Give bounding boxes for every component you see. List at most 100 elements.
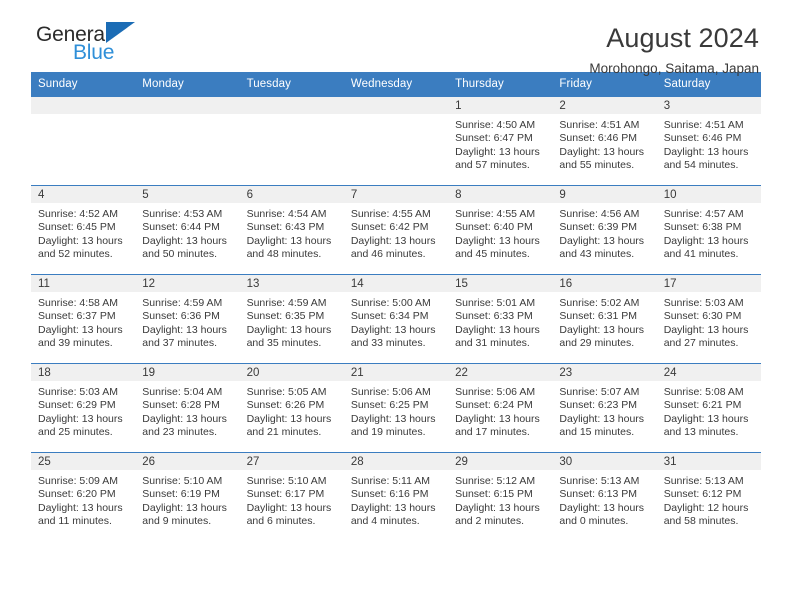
day-cell[interactable]: 17 Sunrise: 5:03 AM Sunset: 6:30 PM Dayl… (656, 274, 761, 364)
day-cell[interactable]: 31 Sunrise: 5:13 AM Sunset: 6:12 PM Dayl… (656, 452, 761, 541)
day-number: 7 (343, 186, 449, 203)
day-number (343, 97, 449, 114)
daylight-text-line1: Daylight: 13 hours (246, 412, 332, 425)
day-cell[interactable]: 29 Sunrise: 5:12 AM Sunset: 6:15 PM Dayl… (448, 452, 553, 541)
daylight-text-line2: and 46 minutes. (350, 248, 426, 261)
day-cell[interactable]: 15 Sunrise: 5:01 AM Sunset: 6:33 PM Dayl… (448, 274, 553, 364)
day-cell[interactable]: 7 Sunrise: 4:55 AM Sunset: 6:42 PM Dayli… (343, 185, 449, 275)
day-cell[interactable]: 9 Sunrise: 4:56 AM Sunset: 6:39 PM Dayli… (552, 185, 657, 275)
day-details: Sunrise: 5:06 AM Sunset: 6:25 PM Dayligh… (344, 381, 448, 440)
daylight-text-line1: Daylight: 13 hours (455, 412, 540, 425)
weekday-header-sunday: Sunday (31, 72, 136, 97)
day-number: 5 (135, 186, 240, 203)
day-cell[interactable]: 3 Sunrise: 4:51 AM Sunset: 6:46 PM Dayli… (656, 96, 761, 186)
daylight-text-line1: Daylight: 13 hours (142, 234, 227, 247)
day-cell[interactable]: 24 Sunrise: 5:08 AM Sunset: 6:21 PM Dayl… (656, 363, 761, 453)
daylight-text-line1: Daylight: 13 hours (142, 501, 227, 514)
day-cell[interactable]: 22 Sunrise: 5:06 AM Sunset: 6:24 PM Dayl… (448, 363, 553, 453)
day-cell[interactable]: 23 Sunrise: 5:07 AM Sunset: 6:23 PM Dayl… (552, 363, 657, 453)
daylight-text-line2: and 48 minutes. (246, 248, 322, 261)
daylight-text-line1: Daylight: 13 hours (559, 501, 645, 514)
day-details (135, 114, 239, 119)
daylight-text-line2: and 11 minutes. (38, 515, 112, 528)
logo-text-general: General (36, 22, 206, 46)
page-subtitle: Morohongo, Saitama, Japan (589, 61, 759, 76)
day-details: Sunrise: 4:54 AM Sunset: 6:43 PM Dayligh… (240, 203, 344, 262)
calendar-week-row: 11 Sunrise: 4:58 AM Sunset: 6:37 PM Dayl… (31, 274, 761, 364)
day-cell[interactable]: 20 Sunrise: 5:05 AM Sunset: 6:26 PM Dayl… (239, 363, 344, 453)
day-cell[interactable]: 1 Sunrise: 4:50 AM Sunset: 6:47 PM Dayli… (448, 96, 553, 186)
day-number: 1 (448, 97, 553, 114)
day-number: 3 (656, 97, 761, 114)
day-cell[interactable]: 14 Sunrise: 5:00 AM Sunset: 6:34 PM Dayl… (343, 274, 449, 364)
sunrise-text: Sunrise: 5:01 AM (455, 297, 536, 309)
day-cell[interactable]: 26 Sunrise: 5:10 AM Sunset: 6:19 PM Dayl… (135, 452, 240, 541)
sunrise-text: Sunrise: 5:13 AM (559, 475, 640, 487)
day-cell[interactable]: 5 Sunrise: 4:53 AM Sunset: 6:44 PM Dayli… (135, 185, 240, 275)
day-cell[interactable]: 25 Sunrise: 5:09 AM Sunset: 6:20 PM Dayl… (31, 452, 136, 541)
title-block: August 2024 Morohongo, Saitama, Japan (589, 22, 761, 79)
day-number (239, 97, 344, 114)
day-number: 10 (656, 186, 761, 203)
sunset-text: Sunset: 6:12 PM (663, 488, 742, 501)
day-cell[interactable]: 6 Sunrise: 4:54 AM Sunset: 6:43 PM Dayli… (239, 185, 344, 275)
day-details: Sunrise: 5:04 AM Sunset: 6:28 PM Dayligh… (135, 381, 239, 440)
day-cell[interactable]: 8 Sunrise: 4:55 AM Sunset: 6:40 PM Dayli… (448, 185, 553, 275)
sunset-text: Sunset: 6:30 PM (663, 310, 742, 323)
day-details: Sunrise: 5:08 AM Sunset: 6:21 PM Dayligh… (657, 381, 761, 440)
daylight-text-line1: Daylight: 13 hours (663, 323, 749, 336)
day-cell[interactable]: 16 Sunrise: 5:02 AM Sunset: 6:31 PM Dayl… (552, 274, 657, 364)
day-number: 4 (31, 186, 136, 203)
day-cell[interactable]: 19 Sunrise: 5:04 AM Sunset: 6:28 PM Dayl… (135, 363, 240, 453)
daylight-text-line2: and 0 minutes. (559, 515, 629, 528)
daylight-text-line1: Daylight: 13 hours (350, 412, 436, 425)
day-cell-empty (343, 96, 449, 186)
day-cell-empty (239, 96, 344, 186)
sunrise-text: Sunrise: 4:50 AM (455, 119, 536, 131)
sunset-text: Sunset: 6:38 PM (663, 221, 742, 234)
day-number: 24 (656, 364, 761, 381)
daylight-text-line1: Daylight: 13 hours (455, 501, 540, 514)
day-details: Sunrise: 4:55 AM Sunset: 6:42 PM Dayligh… (344, 203, 448, 262)
day-cell[interactable]: 28 Sunrise: 5:11 AM Sunset: 6:16 PM Dayl… (343, 452, 449, 541)
calendar-page: General Blue August 2024 Morohongo, Sait… (0, 0, 792, 612)
calendar-grid: Sunday Monday Tuesday Wednesday Thursday… (31, 72, 761, 541)
daylight-text-line2: and 50 minutes. (142, 248, 217, 261)
sunset-text: Sunset: 6:28 PM (142, 399, 220, 412)
sunset-text: Sunset: 6:16 PM (350, 488, 429, 501)
sunset-text: Sunset: 6:24 PM (455, 399, 533, 412)
day-number: 16 (552, 275, 657, 292)
day-cell[interactable]: 10 Sunrise: 4:57 AM Sunset: 6:38 PM Dayl… (656, 185, 761, 275)
daylight-text-line1: Daylight: 13 hours (455, 234, 540, 247)
day-cell[interactable]: 30 Sunrise: 5:13 AM Sunset: 6:13 PM Dayl… (552, 452, 657, 541)
day-cell[interactable]: 13 Sunrise: 4:59 AM Sunset: 6:35 PM Dayl… (239, 274, 344, 364)
logo-word-general: General (36, 23, 110, 46)
daylight-text-line1: Daylight: 12 hours (663, 501, 749, 514)
day-cell[interactable]: 27 Sunrise: 5:10 AM Sunset: 6:17 PM Dayl… (239, 452, 344, 541)
sunset-text: Sunset: 6:42 PM (350, 221, 429, 234)
sunset-text: Sunset: 6:39 PM (559, 221, 638, 234)
day-cell[interactable]: 18 Sunrise: 5:03 AM Sunset: 6:29 PM Dayl… (31, 363, 136, 453)
day-number: 14 (343, 275, 449, 292)
sunrise-text: Sunrise: 4:51 AM (559, 119, 640, 131)
daylight-text-line1: Daylight: 13 hours (559, 145, 645, 158)
day-number: 17 (656, 275, 761, 292)
day-details: Sunrise: 4:53 AM Sunset: 6:44 PM Dayligh… (135, 203, 239, 262)
sunset-text: Sunset: 6:21 PM (663, 399, 742, 412)
daylight-text-line2: and 41 minutes. (663, 248, 739, 261)
daylight-text-line1: Daylight: 13 hours (142, 412, 227, 425)
day-cell[interactable]: 2 Sunrise: 4:51 AM Sunset: 6:46 PM Dayli… (552, 96, 657, 186)
daylight-text-line1: Daylight: 13 hours (38, 412, 123, 425)
sunrise-text: Sunrise: 4:51 AM (663, 119, 744, 131)
sunrise-text: Sunrise: 5:07 AM (559, 386, 640, 398)
daylight-text-line1: Daylight: 13 hours (246, 501, 332, 514)
sunset-text: Sunset: 6:40 PM (455, 221, 533, 234)
day-cell[interactable]: 12 Sunrise: 4:59 AM Sunset: 6:36 PM Dayl… (135, 274, 240, 364)
day-cell[interactable]: 4 Sunrise: 4:52 AM Sunset: 6:45 PM Dayli… (31, 185, 136, 275)
weekday-header-thursday: Thursday (448, 72, 553, 97)
day-cell[interactable]: 11 Sunrise: 4:58 AM Sunset: 6:37 PM Dayl… (31, 274, 136, 364)
day-details: Sunrise: 5:01 AM Sunset: 6:33 PM Dayligh… (448, 292, 552, 351)
day-cell[interactable]: 21 Sunrise: 5:06 AM Sunset: 6:25 PM Dayl… (343, 363, 449, 453)
day-number: 9 (552, 186, 657, 203)
daylight-text-line2: and 58 minutes. (663, 515, 739, 528)
